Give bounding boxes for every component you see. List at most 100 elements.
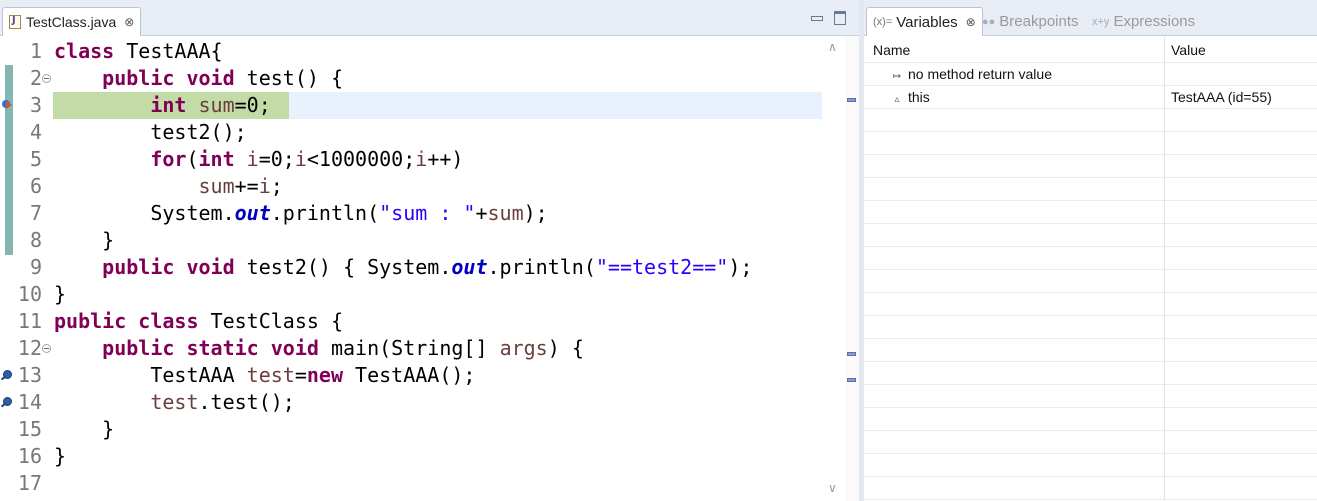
variables-table[interactable]: Name Value ↦ no method return value ▵ this… [864, 37, 1317, 500]
code-token: main(String[] [318, 336, 500, 360]
ruler-marker[interactable] [847, 378, 856, 382]
code-line[interactable]: 4 test2(); [0, 119, 830, 146]
code-line[interactable]: 13 TestAAA test=new TestAAA(); [0, 362, 830, 389]
table-row [864, 132, 1317, 155]
line-number[interactable]: 1 [0, 38, 42, 65]
code-editor[interactable]: TestClass.java ⊗ 1class TestAAA{2 public… [0, 0, 859, 501]
code-text[interactable]: } [54, 416, 114, 443]
code-line[interactable]: 12 public static void main(String[] args… [0, 335, 830, 362]
code-token: int [150, 93, 187, 117]
code-token: void [270, 336, 319, 360]
line-number[interactable]: 2 [0, 65, 42, 92]
tab-breakpoints[interactable]: ●● Breakpoints [982, 7, 1079, 36]
maximize-icon[interactable] [833, 10, 847, 25]
breakpoint-icon[interactable] [3, 370, 12, 379]
code-token: + [475, 201, 488, 225]
tab-label: TestClass.java [26, 14, 117, 30]
breakpoint-icon[interactable] [3, 397, 12, 406]
code-text[interactable]: } [54, 443, 66, 470]
line-number[interactable]: 5 [0, 146, 42, 173]
close-icon[interactable]: ⊗ [966, 15, 976, 29]
line-number[interactable]: 8 [0, 227, 42, 254]
fold-collapse-icon[interactable] [42, 74, 51, 83]
line-number[interactable]: 16 [0, 443, 42, 470]
line-number[interactable]: 7 [0, 200, 42, 227]
code-text[interactable]: } [54, 281, 66, 308]
table-row [864, 408, 1317, 431]
overview-ruler[interactable] [845, 36, 859, 501]
variables-icon: (x)= [873, 16, 893, 28]
code-text[interactable]: TestAAA test=new TestAAA(); [54, 362, 475, 389]
code-line[interactable]: 6 sum+=i; [0, 173, 830, 200]
column-header-name[interactable]: Name [864, 37, 1164, 63]
line-number[interactable]: 15 [0, 416, 42, 443]
line-number[interactable]: 11 [0, 308, 42, 335]
tab-testclass-java[interactable]: TestClass.java ⊗ [2, 7, 142, 36]
code-text[interactable]: public class TestClass { [54, 308, 343, 335]
code-text[interactable]: } [54, 227, 114, 254]
code-token: sum [198, 174, 235, 198]
code-line[interactable]: 3 int sum=0; [0, 92, 830, 119]
code-area[interactable]: 1 class TestAAA{2 public void test() {3 i… [0, 36, 845, 501]
code-line[interactable]: 7 System.out.println("sum : "+sum); [0, 200, 830, 227]
code-token: i [258, 174, 271, 198]
ruler-marker[interactable] [847, 352, 856, 356]
tab-expressions[interactable]: x+y Expressions [1092, 7, 1195, 36]
code-line[interactable]: 17 [0, 470, 830, 497]
tab-label: Expressions [1113, 13, 1196, 30]
line-number[interactable]: 10 [0, 281, 42, 308]
table-row[interactable]: ↦ no method return value [864, 63, 1317, 86]
code-line[interactable]: 14 test.test(); [0, 389, 830, 416]
code-text[interactable]: public void test2() { System.out.println… [54, 254, 752, 281]
code-text[interactable]: int sum=0; [54, 92, 270, 119]
code-text[interactable]: sum+=i; [54, 173, 283, 200]
code-line[interactable]: 8 } [0, 227, 830, 254]
column-header-value[interactable]: Value [1164, 37, 1317, 63]
code-text[interactable]: test.test(); [54, 389, 295, 416]
code-token: .println( [487, 255, 596, 279]
code-text[interactable]: test2(); [54, 119, 247, 146]
line-number[interactable]: 12 [0, 335, 42, 362]
code-text[interactable]: public void test() { [54, 65, 343, 92]
code-line[interactable]: 1 class TestAAA{ [0, 38, 830, 65]
close-icon[interactable]: ⊗ [124, 15, 134, 29]
code-line[interactable]: 2 public void test() { [0, 65, 830, 92]
table-row [864, 178, 1317, 201]
code-text[interactable]: class TestAAA{ [54, 38, 223, 65]
code-text[interactable]: System.out.println("sum : "+sum); [54, 200, 547, 227]
line-number[interactable]: 6 [0, 173, 42, 200]
code-token: ; [270, 174, 283, 198]
line-number[interactable]: 4 [0, 119, 42, 146]
code-token: out [451, 255, 488, 279]
code-line[interactable]: 10} [0, 281, 830, 308]
code-line[interactable]: 16} [0, 443, 830, 470]
code-line[interactable]: 11 public class TestClass { [0, 308, 830, 335]
code-token: args [499, 336, 548, 360]
code-line[interactable]: 15 } [0, 416, 830, 443]
table-row [864, 431, 1317, 454]
line-number[interactable]: 9 [0, 254, 42, 281]
tab-variables[interactable]: (x)= Variables ⊗ [866, 7, 983, 36]
code-token: new [306, 363, 343, 387]
code-token: test2(); [54, 120, 247, 144]
code-token: sum [198, 93, 235, 117]
line-number[interactable]: 17 [0, 470, 42, 497]
code-line[interactable]: 9 public void test2() { System.out.print… [0, 254, 830, 281]
code-text[interactable]: public static void main(String[] args) { [54, 335, 584, 362]
variable-value: TestAAA (id=55) [1164, 86, 1317, 109]
fold-collapse-icon[interactable] [42, 344, 51, 353]
scroll-up-icon[interactable]: ∧ [828, 40, 837, 54]
code-text[interactable]: for(int i=0;i<1000000;i++) [54, 146, 463, 173]
code-token: i [294, 147, 307, 171]
table-row[interactable]: ▵ this TestAAA (id=55) [864, 86, 1317, 109]
ruler-marker[interactable] [847, 98, 856, 102]
variable-name-cell: ↦ no method return value [864, 63, 1164, 86]
code-token: i [246, 147, 259, 171]
minimize-icon[interactable] [809, 10, 823, 24]
scroll-down-icon[interactable]: ∨ [828, 481, 837, 495]
code-line[interactable]: 5 for(int i=0;i<1000000;i++) [0, 146, 830, 173]
